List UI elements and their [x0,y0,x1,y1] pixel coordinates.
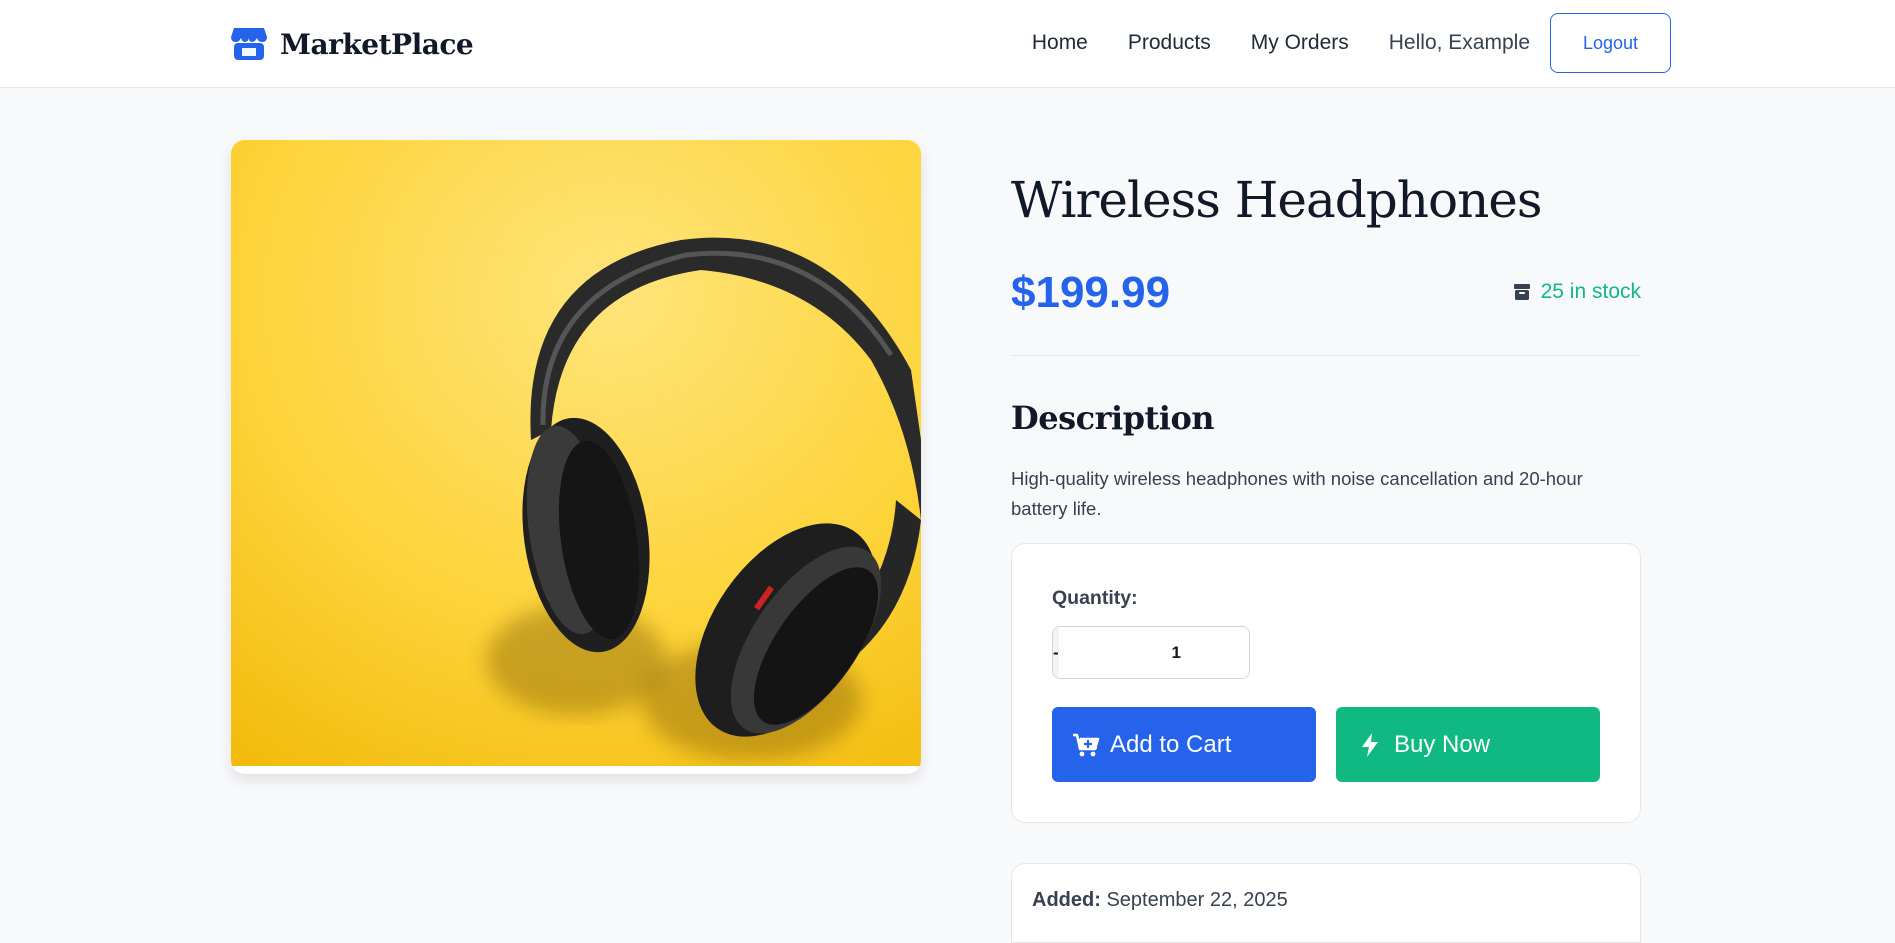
quantity-input[interactable] [1058,627,1249,678]
product-image [231,140,921,774]
logout-button[interactable]: Logout [1550,13,1671,73]
brand[interactable]: MarketPlace [230,24,474,64]
nav-my-orders-link[interactable]: My Orders [1251,31,1349,55]
added-label: Added: [1032,889,1101,911]
cart-plus-icon [1073,733,1100,756]
quantity-label: Quantity: [1052,587,1138,609]
add-to-cart-label: Add to Cart [1110,730,1232,758]
quantity-stepper: - + [1052,626,1250,679]
product-price: $199.99 [1011,268,1171,317]
purchase-card: Quantity: - + Add to Cart Buy Now [1011,543,1641,823]
description-text: High-quality wireless headphones with no… [1011,468,1583,519]
stock-status: 25 in stock [1513,280,1641,304]
price-row: $199.99 25 in stock [1011,257,1641,356]
bolt-icon [1362,732,1378,757]
store-icon [231,28,267,60]
product-title: Wireless Headphones [1011,171,1543,229]
product-info: Wireless Headphones $199.99 25 in stock … [1011,160,1641,524]
added-date: Added: September 22, 2025 [1032,889,1288,912]
nav-links: Home Products My Orders Hello, Example L… [1032,13,1671,73]
box-icon [1513,284,1530,300]
buy-now-label: Buy Now [1394,730,1491,758]
buy-now-button[interactable]: Buy Now [1336,707,1600,782]
user-greeting: Hello, Example [1388,31,1530,54]
product-meta-card: Added: September 22, 2025 [1011,863,1641,943]
added-value: September 22, 2025 [1106,889,1288,911]
navbar: MarketPlace Home Products My Orders Hell… [0,0,1895,88]
add-to-cart-button[interactable]: Add to Cart [1052,707,1316,782]
description-heading: Description [1011,399,1215,437]
headphones-image [231,140,921,766]
nav-products-link[interactable]: Products [1128,31,1211,55]
stock-label: 25 in stock [1540,280,1641,303]
nav-home-link[interactable]: Home [1032,31,1088,55]
brand-name: MarketPlace [280,27,474,61]
